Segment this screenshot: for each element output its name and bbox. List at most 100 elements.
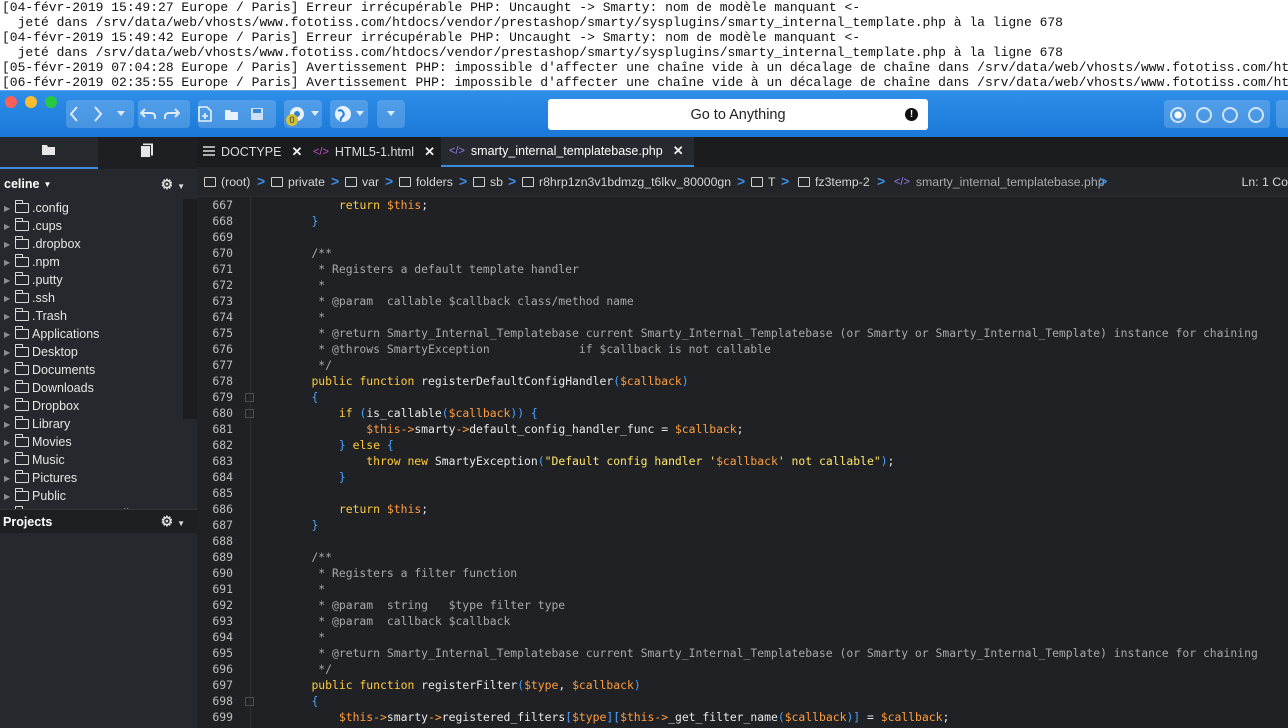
expand-arrow-icon[interactable]: ▶ (4, 348, 15, 357)
tree-scrollbar[interactable] (183, 199, 197, 419)
code-line[interactable]: 689 /** (197, 549, 1288, 565)
code-line[interactable]: 695 * @return Smarty_Internal_Templateba… (197, 645, 1288, 661)
tree-item[interactable]: ▶ Pictures (0, 469, 197, 487)
tree-item[interactable]: ▶ Movies (0, 433, 197, 451)
undo-icon[interactable] (140, 108, 164, 120)
code-line[interactable]: 678 public function registerDefaultConfi… (197, 373, 1288, 389)
forward-arrow-icon[interactable] (93, 106, 117, 122)
tree-item[interactable]: ▶ .putty (0, 271, 197, 289)
tree-item[interactable]: ▶ .npm (0, 253, 197, 271)
tab-places[interactable] (0, 137, 98, 169)
code-line[interactable]: 690 * Registers a filter function (197, 565, 1288, 581)
code-line[interactable]: 683 throw new SmartyException("Default c… (197, 453, 1288, 469)
breadcrumb-tmpdir[interactable]: r8hrp1zn3v1bdmzg_t6lkv_80000gn (522, 175, 731, 189)
expand-arrow-icon[interactable]: ▶ (4, 204, 15, 213)
code-line[interactable]: 698 { (197, 693, 1288, 709)
history-dropdown-icon[interactable] (117, 111, 131, 117)
breadcrumb-file[interactable]: </> smarty_internal_templatebase.php (894, 175, 1105, 189)
expand-arrow-icon[interactable]: ▶ (4, 240, 15, 249)
minimize-window-button[interactable] (25, 96, 37, 108)
expand-arrow-icon[interactable]: ▶ (4, 366, 15, 375)
save-icon[interactable] (250, 107, 276, 121)
code-line[interactable]: 691 * (197, 581, 1288, 597)
tree-item[interactable]: ▶ Desktop (0, 343, 197, 361)
close-icon[interactable]: ✕ (673, 143, 684, 159)
tree-item[interactable]: ▶ Documents (0, 361, 197, 379)
tab-html5-1[interactable]: </> HTML5-1.html ✕ (313, 137, 435, 167)
code-line[interactable]: 685 (197, 485, 1288, 501)
code-line[interactable]: 672 * (197, 277, 1288, 293)
expand-arrow-icon[interactable]: ▶ (4, 474, 15, 483)
close-window-button[interactable] (5, 96, 17, 108)
code-line[interactable]: 697 public function registerFilter($type… (197, 677, 1288, 693)
code-line[interactable]: 671 * Registers a default template handl… (197, 261, 1288, 277)
go-to-anything-bar[interactable]: Go to Anything ! (548, 99, 928, 130)
tree-item[interactable]: ▶ .config (0, 199, 197, 217)
breadcrumb-folders[interactable]: folders (399, 175, 453, 189)
code-line[interactable]: 679 { (197, 389, 1288, 405)
breadcrumb-t[interactable]: T (751, 175, 776, 189)
tree-item[interactable]: ▶ .dropbox (0, 235, 197, 253)
code-line[interactable]: 667 return $this; (197, 197, 1288, 213)
play-macro-icon[interactable] (1222, 107, 1238, 123)
tree-item[interactable]: ▶ Library (0, 415, 197, 433)
info-icon[interactable]: ! (905, 108, 918, 121)
tree-item[interactable]: ▶ Music (0, 451, 197, 469)
expand-arrow-icon[interactable]: ▶ (4, 420, 15, 429)
tree-item[interactable]: ▶ Public (0, 487, 197, 505)
fold-marker-icon[interactable] (245, 409, 254, 418)
stop-macro-icon[interactable] (1196, 107, 1212, 123)
expand-arrow-icon[interactable]: ▶ (4, 294, 15, 303)
code-line[interactable]: 670 /** (197, 245, 1288, 261)
open-folder-icon[interactable] (224, 108, 250, 121)
code-line[interactable]: 675 * @return Smarty_Internal_Templateba… (197, 325, 1288, 341)
expand-arrow-icon[interactable]: ▶ (4, 438, 15, 447)
code-line[interactable]: 668 } (197, 213, 1288, 229)
code-line[interactable]: 696 */ (197, 661, 1288, 677)
code-line[interactable]: 673 * @param callable $callback class/me… (197, 293, 1288, 309)
code-line[interactable]: 686 return $this; (197, 501, 1288, 517)
code-line[interactable]: 676 * @throws SmartyException if $callba… (197, 341, 1288, 357)
tab-doctype[interactable]: DOCTYPE ✕ (203, 137, 302, 167)
expand-arrow-icon[interactable]: ▶ (4, 312, 15, 321)
breadcrumb-private[interactable]: private (271, 175, 325, 189)
toolbox-button[interactable]: 0 (284, 100, 322, 128)
tree-item[interactable]: ▶ Applications (0, 325, 197, 343)
save-macro-icon[interactable] (1248, 107, 1264, 123)
expand-arrow-icon[interactable]: ▶ (4, 258, 15, 267)
new-file-icon[interactable] (198, 106, 224, 122)
tree-item[interactable]: ▶ .ssh (0, 289, 197, 307)
places-header[interactable]: celine ▼ ⚙ ▼ (0, 169, 197, 199)
code-line[interactable]: 681 $this->smarty->default_config_handle… (197, 421, 1288, 437)
side-panel-toggle[interactable] (1276, 100, 1288, 128)
code-line[interactable]: 692 * @param string $type filter type (197, 597, 1288, 613)
code-line[interactable]: 687 } (197, 517, 1288, 533)
expand-arrow-icon[interactable]: ▶ (4, 330, 15, 339)
more-menu-button[interactable] (377, 100, 405, 128)
code-line[interactable]: 684 } (197, 469, 1288, 485)
tab-smarty-templatebase[interactable]: </> smarty_internal_templatebase.php ✕ (441, 137, 694, 167)
breadcrumb-root[interactable]: (root) (204, 175, 250, 189)
expand-arrow-icon[interactable]: ▶ (4, 384, 15, 393)
zoom-window-button[interactable] (45, 96, 57, 108)
redo-icon[interactable] (164, 108, 188, 120)
code-line[interactable]: 669 (197, 229, 1288, 245)
code-line[interactable]: 693 * @param callback $callback (197, 613, 1288, 629)
tree-item[interactable]: ▶ .Trash (0, 307, 197, 325)
code-view[interactable]: 667 return $this; 668 } 669 670 /** 671 * Re… (197, 197, 1288, 728)
expand-arrow-icon[interactable]: ▶ (4, 276, 15, 285)
projects-header[interactable]: Projects ⚙ ▼ (0, 509, 197, 533)
code-line[interactable]: 699 $this->smarty->registered_filters[$t… (197, 709, 1288, 725)
breadcrumb-fz3temp[interactable]: fz3temp-2 (798, 175, 870, 189)
expand-arrow-icon[interactable]: ▶ (4, 492, 15, 501)
expand-arrow-icon[interactable]: ▶ (4, 456, 15, 465)
tab-open-files[interactable] (98, 137, 196, 169)
gear-icon[interactable]: ⚙ ▼ (161, 513, 185, 530)
close-icon[interactable]: ✕ (291, 144, 302, 160)
code-line[interactable]: 682 } else { (197, 437, 1288, 453)
expand-arrow-icon[interactable]: ▶ (4, 222, 15, 231)
fold-marker-icon[interactable] (245, 697, 254, 706)
code-line[interactable]: 680 if (is_callable($callback)) { (197, 405, 1288, 421)
code-line[interactable]: 674 * (197, 309, 1288, 325)
tree-item[interactable]: ▶ .cups (0, 217, 197, 235)
